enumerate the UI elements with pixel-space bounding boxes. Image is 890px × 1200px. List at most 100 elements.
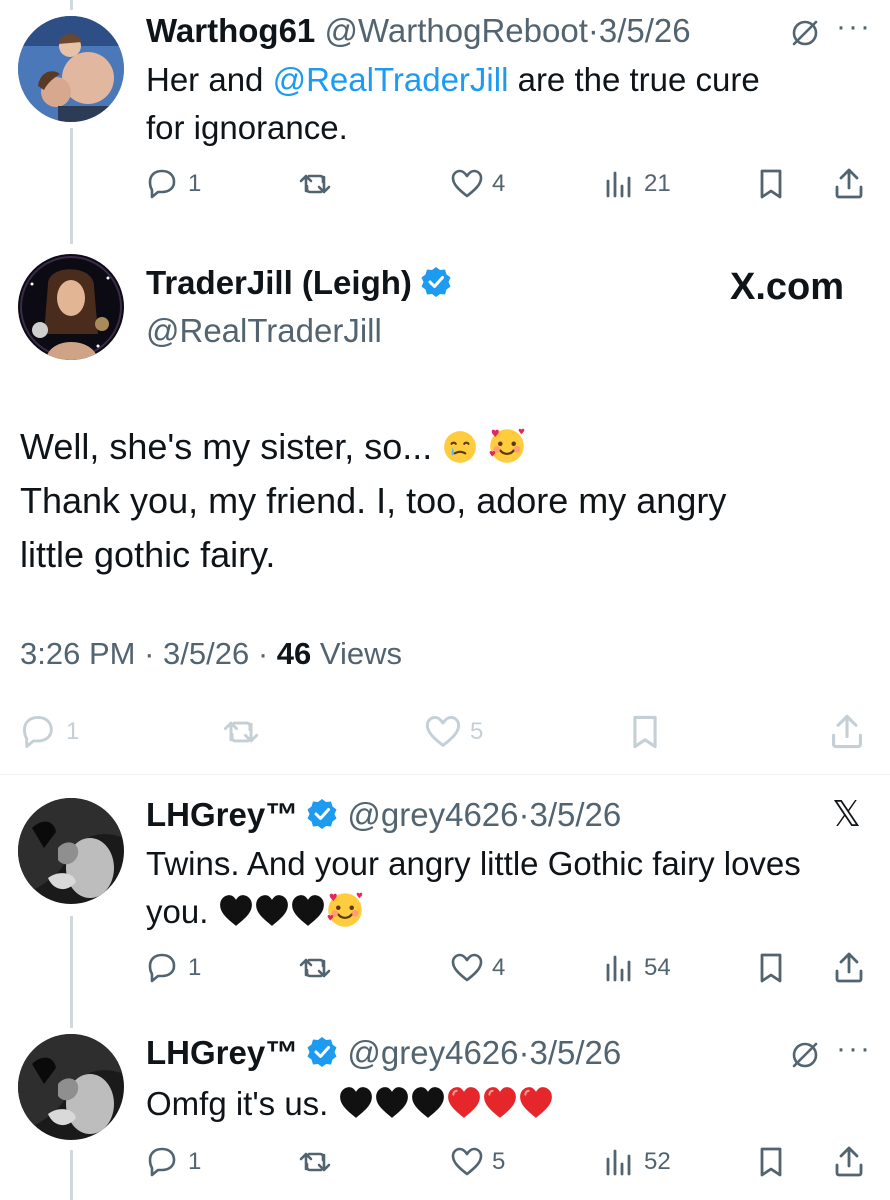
black-heart-icon: [219, 895, 252, 926]
views-button[interactable]: 21: [602, 164, 671, 204]
like-button[interactable]: 4: [450, 948, 505, 988]
tweet1-actions: 1 4 21: [146, 164, 870, 204]
author-handle[interactable]: @grey4626: [347, 1034, 518, 1071]
reply-button[interactable]: 1: [20, 712, 79, 752]
tweet-time[interactable]: 3:26 PM: [20, 636, 135, 671]
red-heart-icon: [482, 1086, 517, 1119]
author-handle[interactable]: @WarthogReboot: [324, 12, 587, 49]
bookmark-icon: [760, 1147, 782, 1177]
separator-dot: ·: [518, 796, 530, 833]
author-name[interactable]: Warthog61: [146, 12, 315, 49]
share-icon: [832, 714, 862, 749]
retweet-button[interactable]: [222, 712, 260, 752]
avatar-traderjill[interactable]: [18, 254, 124, 360]
author-name[interactable]: LHGrey™: [146, 796, 298, 833]
view-count: 21: [644, 170, 671, 197]
divider: [0, 774, 890, 775]
bookmark-button[interactable]: [754, 1142, 788, 1182]
heart-icon: [425, 716, 461, 747]
author-handle[interactable]: @grey4626: [347, 796, 518, 833]
grok-icon[interactable]: [788, 16, 822, 50]
retweet-button[interactable]: [298, 948, 332, 988]
share-button[interactable]: [832, 948, 866, 988]
grok-icon[interactable]: [788, 1038, 822, 1072]
views-icon: [606, 955, 631, 982]
avatar-warthog61[interactable]: [18, 16, 124, 122]
views-icon: [606, 1149, 631, 1176]
avatar-photo-icon: [18, 16, 124, 122]
tweet-date[interactable]: 3/5/26: [599, 12, 691, 49]
view-count: 52: [644, 1148, 671, 1175]
views-button[interactable]: 54: [602, 948, 671, 988]
reply-icon: [148, 1147, 176, 1177]
tweet4-text: Omfg it's us.: [146, 1080, 554, 1128]
tweet-date[interactable]: 3/5/26: [530, 796, 622, 833]
tweet-text: Thank you, my friend. I, too, adore my a…: [20, 480, 727, 521]
tweet-date[interactable]: 3/5/26: [163, 636, 249, 671]
like-count: 5: [470, 718, 484, 745]
retweet-button[interactable]: [298, 1142, 332, 1182]
share-button[interactable]: [832, 164, 866, 204]
bookmark-button[interactable]: [754, 948, 788, 988]
main-tweet-meta: 3:26 PM · 3/5/26 · 46 Views: [20, 636, 403, 671]
reply-button[interactable]: 1: [146, 1142, 201, 1182]
heart-icon: [451, 953, 483, 982]
tweet-text: Twins. And your angry little Gothic fair…: [146, 845, 801, 882]
retweet-icon: [299, 1152, 331, 1172]
main-actions: 1 5: [20, 712, 870, 752]
reply-button[interactable]: 1: [146, 164, 201, 204]
tweet4-actions: 1 5 52: [146, 1142, 870, 1182]
smiling-face-with-tear-icon: [443, 430, 478, 464]
more-icon[interactable]: ···: [836, 1032, 872, 1066]
author-handle[interactable]: @RealTraderJill: [146, 312, 382, 350]
reply-count: 1: [188, 170, 202, 197]
like-button[interactable]: 4: [450, 164, 505, 204]
thread-line-tweet1: [70, 128, 73, 244]
tweet1-text: Her and @RealTraderJill are the true cur…: [146, 56, 760, 152]
tweet3-actions: 1 4 54: [146, 948, 870, 988]
reply-icon: [23, 716, 53, 748]
more-icon[interactable]: ···: [836, 10, 872, 44]
avatar-photo-icon: [18, 254, 124, 360]
brand-label: X.com: [730, 266, 845, 308]
like-button[interactable]: 5: [450, 1142, 505, 1182]
reply-count: 1: [188, 1148, 202, 1175]
thread-line-top: [70, 0, 73, 10]
bookmark-icon: [760, 169, 782, 199]
share-button[interactable]: [828, 712, 866, 752]
avatar-lhgrey[interactable]: [18, 798, 124, 904]
avatar-lhgrey[interactable]: [18, 1034, 124, 1140]
tweet-text: Her and: [146, 61, 273, 98]
black-heart-icon: [411, 1087, 444, 1118]
smiling-face-with-hearts-icon: [488, 427, 526, 464]
views-button[interactable]: 52: [602, 1142, 671, 1182]
reply-icon: [148, 953, 176, 983]
tweet-date[interactable]: 3/5/26: [530, 1034, 622, 1071]
author-name[interactable]: TraderJill (Leigh): [146, 264, 412, 301]
tweet-text: are the true cure: [508, 61, 760, 98]
views-icon: [606, 171, 631, 198]
bookmark-button[interactable]: [626, 712, 664, 752]
main-tweet-text: Well, she's my sister, so... Thank you, …: [20, 420, 726, 582]
author-name[interactable]: LHGrey™: [146, 1034, 298, 1071]
tweet1-header: Warthog61 @WarthogReboot·3/5/26: [146, 12, 691, 50]
share-icon: [835, 1146, 863, 1177]
mention-link[interactable]: @RealTraderJill: [273, 61, 509, 98]
thread-line-tweet3: [70, 916, 73, 1028]
like-button[interactable]: 5: [424, 712, 483, 752]
tweet-text: Omfg it's us.: [146, 1085, 329, 1122]
reply-count: 1: [188, 954, 202, 981]
x-logo-icon: 𝕏: [832, 794, 862, 835]
separator-dot: ·: [518, 1034, 530, 1071]
retweet-button[interactable]: [298, 164, 332, 204]
retweet-icon: [223, 721, 259, 743]
reply-count: 1: [66, 718, 80, 745]
verified-badge-icon: [306, 798, 339, 830]
smiling-face-with-hearts-icon: [326, 891, 363, 928]
share-icon: [835, 952, 863, 983]
verified-badge-icon: [419, 266, 452, 298]
reply-button[interactable]: 1: [146, 948, 201, 988]
heart-icon: [451, 169, 483, 198]
share-button[interactable]: [832, 1142, 866, 1182]
bookmark-button[interactable]: [754, 164, 788, 204]
